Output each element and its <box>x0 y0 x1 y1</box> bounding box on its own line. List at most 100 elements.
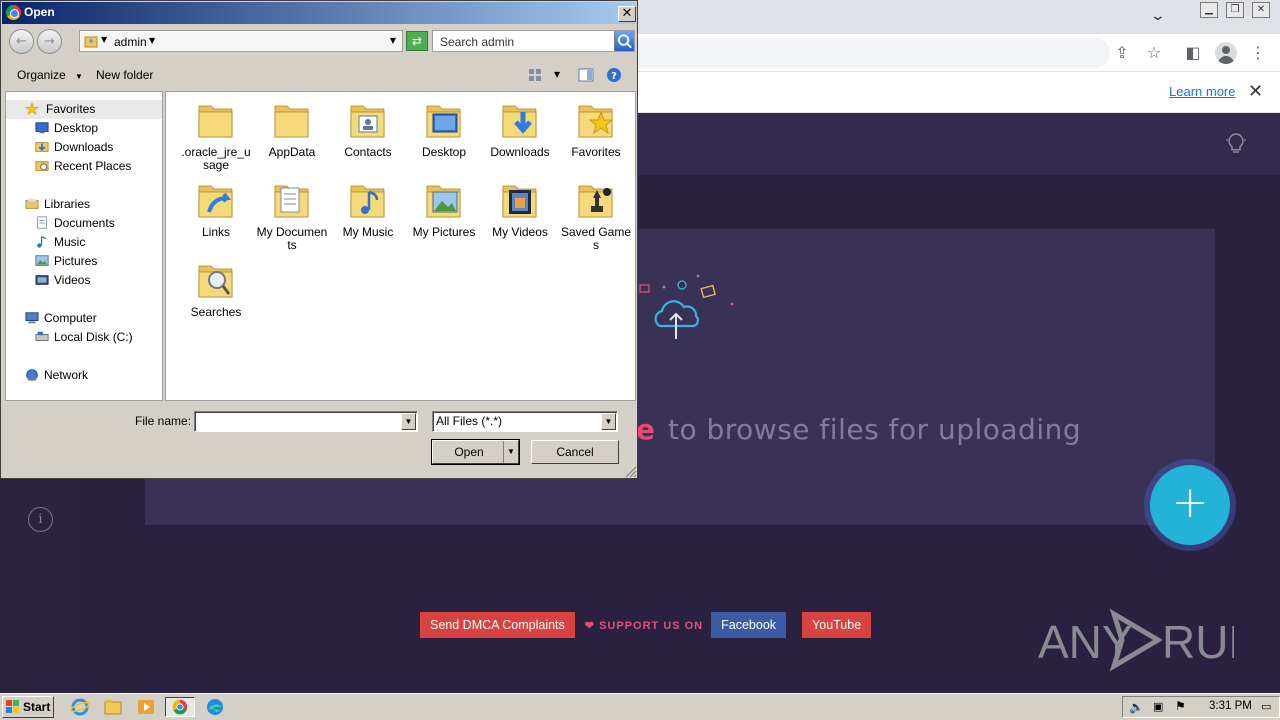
folder-my-pictures[interactable]: My Pictures <box>408 178 480 258</box>
nav-item-downloads[interactable]: Downloads <box>34 138 162 157</box>
folder-searches[interactable]: Searches <box>180 258 252 338</box>
media-player-icon[interactable] <box>135 697 157 717</box>
info-icon[interactable]: i <box>28 507 53 532</box>
folder-my-videos[interactable]: My Videos <box>484 178 556 258</box>
address-dropdown-icon[interactable]: ▼ <box>390 36 396 45</box>
nav-item-music[interactable]: Music <box>34 233 162 252</box>
folder-oracle-jre-usage[interactable]: .oracle_jre_usage <box>180 98 252 178</box>
search-icon[interactable] <box>614 31 634 51</box>
svg-text:RUN: RUN <box>1162 616 1234 668</box>
bookmark-star-icon[interactable]: ☆ <box>1144 43 1164 63</box>
anyrun-watermark-logo: ANY RUN <box>1038 608 1234 672</box>
learn-more-link[interactable]: Learn more <box>1169 84 1235 99</box>
folder-label: AppData <box>268 145 316 159</box>
volume-icon[interactable]: 🔈 <box>1129 700 1144 714</box>
minimize-button[interactable]: ▁ <box>1200 2 1218 18</box>
folder-appdata[interactable]: AppData <box>256 98 328 178</box>
nav-item-label: Libraries <box>44 197 91 211</box>
taskbar-clock[interactable]: 3:31 PM <box>1209 700 1252 712</box>
profile-avatar-icon[interactable] <box>1215 42 1237 64</box>
nav-item-desktop[interactable]: Desktop <box>34 119 162 138</box>
open-button[interactable]: Open ▼ <box>431 439 520 465</box>
resize-grip-icon[interactable] <box>623 464 637 478</box>
folder-label: Favorites <box>571 145 621 159</box>
nav-item-videos[interactable]: Videos <box>34 271 162 290</box>
show-desktop-icon[interactable]: ▭ <box>1261 700 1271 713</box>
desktop-icon <box>35 122 49 134</box>
youtube-button[interactable]: YouTube <box>802 612 872 638</box>
chrome-icon <box>6 5 21 20</box>
folder-label: My Pictures <box>412 225 476 239</box>
refresh-icon[interactable]: ⇄ <box>406 31 428 51</box>
nav-item-documents[interactable]: Documents <box>34 214 162 233</box>
open-split-chevron-icon[interactable]: ▼ <box>503 441 518 463</box>
edge-icon[interactable] <box>204 697 226 717</box>
system-tray: 🔈 ▣ ⚑ ▭ <box>1122 696 1280 718</box>
window-controls: ▁ ❐ ✕ <box>1200 0 1270 18</box>
folder-my-music[interactable]: My Music <box>332 178 404 258</box>
file-name-input[interactable]: ▼ <box>194 411 418 432</box>
file-explorer-icon[interactable] <box>102 697 124 717</box>
action-center-flag-icon[interactable]: ⚑ <box>1175 699 1186 713</box>
nav-item-computer[interactable]: Computer <box>24 309 162 328</box>
folder-downloads[interactable]: Downloads <box>484 98 556 178</box>
nav-item-pictures[interactable]: Pictures <box>34 252 162 271</box>
help-icon[interactable]: ? <box>606 67 622 83</box>
lightbulb-icon[interactable] <box>1225 131 1247 157</box>
nav-item-network[interactable]: Network <box>24 366 162 385</box>
nav-item-local-disk-c[interactable]: Local Disk (C:) <box>34 328 162 347</box>
close-window-button[interactable]: ✕ <box>1252 2 1270 18</box>
browse-click-accent[interactable]: e <box>636 413 655 446</box>
new-folder-button[interactable]: New folder <box>96 68 153 82</box>
search-input[interactable]: Search admin <box>432 30 635 52</box>
network-tray-icon[interactable]: ▣ <box>1153 700 1163 713</box>
nav-item-label: Recent Places <box>54 159 132 173</box>
folder-my-documents[interactable]: My Documents <box>256 178 328 258</box>
folder-favorites[interactable]: Favorites <box>560 98 632 178</box>
tab-search-chevron-icon[interactable]: ⌄ <box>1150 8 1166 24</box>
open-file-dialog: Open ✕ ← → ▼ admin ▼ ▼ ⇄ Search admin Or… <box>0 0 638 479</box>
share-icon[interactable]: ⇪ <box>1112 43 1132 63</box>
folder-contacts[interactable]: Contacts <box>332 98 404 178</box>
chrome-taskbar-icon[interactable] <box>165 697 195 717</box>
folder-saved-games[interactable]: Saved Games <box>560 178 632 258</box>
nav-item-libraries[interactable]: Libraries <box>24 195 162 214</box>
dialog-close-button[interactable]: ✕ <box>618 6 636 22</box>
add-file-button[interactable]: + <box>1150 465 1230 545</box>
start-label: Start <box>23 700 51 714</box>
address-text[interactable]: admin <box>114 35 147 49</box>
facebook-button[interactable]: Facebook <box>711 612 787 638</box>
navigation-pane: Favorites Desktop Downloads Recent Places Li… <box>5 91 163 401</box>
infobar-close-icon[interactable]: ✕ <box>1248 81 1263 102</box>
internet-explorer-icon[interactable] <box>69 697 91 717</box>
restore-button[interactable]: ❐ <box>1226 2 1244 18</box>
file-type-select[interactable]: All Files (*.*) ▼ <box>432 411 618 432</box>
cancel-button[interactable]: Cancel <box>531 440 619 464</box>
organize-button[interactable]: Organize ▼ <box>17 68 83 82</box>
menu-kebab-icon[interactable]: ⋮ <box>1248 43 1268 63</box>
windows-flag-icon <box>6 700 19 713</box>
dialog-titlebar[interactable]: Open ✕ <box>2 2 636 24</box>
view-chevron-icon[interactable]: ▼ <box>554 70 560 79</box>
dmca-button[interactable]: Send DMCA Complaints <box>420 612 575 638</box>
file-name-dropdown-icon[interactable]: ▼ <box>401 413 416 430</box>
folder-links[interactable]: Links <box>180 178 252 258</box>
file-type-dropdown-icon[interactable]: ▼ <box>601 413 616 430</box>
admin-chevron-icon[interactable]: ▼ <box>149 36 155 45</box>
view-options-icon[interactable] <box>527 67 543 83</box>
folder-desktop[interactable]: Desktop <box>408 98 480 178</box>
back-arrow-icon[interactable]: ← <box>9 29 34 54</box>
organize-label: Organize <box>17 68 66 82</box>
nav-item-recent-places[interactable]: Recent Places <box>34 157 162 176</box>
folder-icon <box>274 185 309 218</box>
preview-pane-icon[interactable] <box>578 67 594 83</box>
forward-arrow-icon[interactable]: → <box>37 29 62 54</box>
breadcrumb-chevron-icon[interactable]: ▼ <box>101 35 107 44</box>
address-bar[interactable] <box>600 38 1110 68</box>
heart-icon: ❤ <box>584 619 595 632</box>
start-button[interactable]: Start <box>2 696 54 718</box>
side-panel-icon[interactable]: ◧ <box>1183 43 1203 63</box>
address-breadcrumb[interactable]: ▼ admin ▼ ▼ <box>79 30 403 52</box>
nav-item-favorites[interactable]: Favorites <box>6 100 162 119</box>
folder-label: My Videos <box>492 225 548 239</box>
